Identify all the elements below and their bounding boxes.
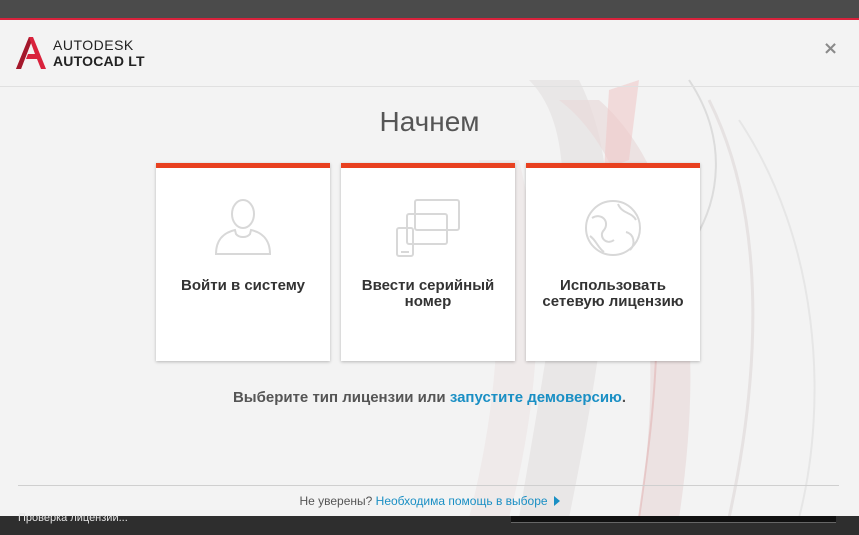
footer-question: Не уверены? <box>299 494 376 508</box>
brand-logo: AUTODESK AUTOCAD LT <box>53 37 145 70</box>
serial-number-card[interactable]: Ввести серийный номер <box>341 163 515 361</box>
status-text: Проверка лицензии... <box>18 512 128 524</box>
network-globe-icon <box>585 200 641 256</box>
user-silhouette-icon <box>214 199 272 255</box>
window-top-strip <box>0 0 859 18</box>
autocad-logo-icon <box>16 37 46 69</box>
help-link[interactable]: Необходима помощь в выборе <box>376 494 548 508</box>
license-hint: Выберите тип лицензии или запустите демо… <box>0 389 859 406</box>
close-icon[interactable]: × <box>823 40 838 58</box>
brand-company: AUTODESK <box>53 37 134 53</box>
status-field <box>511 516 836 523</box>
footer-divider <box>18 485 839 486</box>
footer: Не уверены? Необходима помощь в выборе <box>0 494 859 508</box>
hint-suffix: . <box>621 389 627 406</box>
serial-number-label: Ввести серийный номер <box>361 277 495 310</box>
dialog-header: AUTODESK AUTOCAD LT × <box>0 20 859 87</box>
sign-in-label: Войти в систему <box>181 277 305 294</box>
brand-product: AUTOCAD LT <box>53 53 145 69</box>
chevron-right-icon <box>553 496 560 506</box>
license-dialog: AUTODESK AUTOCAD LT × Начнем Войти в сис… <box>0 18 859 516</box>
hint-text: Выберите тип лицензии или <box>232 389 450 406</box>
page-title: Начнем <box>379 106 480 137</box>
network-license-card[interactable]: Использовать сетевую лицензию <box>526 163 700 361</box>
network-license-label: Использовать сетевую лицензию <box>542 277 684 310</box>
status-bar: Проверка лицензии... <box>0 512 859 535</box>
trial-link[interactable]: запустите демоверсию <box>450 389 622 406</box>
sign-in-card[interactable]: Войти в систему <box>156 163 330 361</box>
devices-icon <box>396 199 460 257</box>
